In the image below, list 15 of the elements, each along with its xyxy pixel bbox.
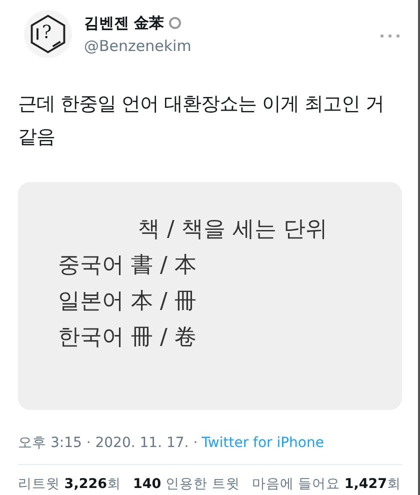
stat-count[interactable]: 마음에 들어요 1,427회: [252, 475, 402, 493]
tweet-image[interactable]: 책 / 책을 세는 단위 중국어 書 / 本 일본어 本 / 冊 한국어 冊 / 卷: [18, 182, 402, 410]
stat-count[interactable]: 140 인용한 트윗: [133, 475, 240, 493]
tweet-text: 근데 한중일 언어 대환장쇼는 이게 최고인 거 같음: [18, 92, 386, 150]
image-text: 일본어 本 / 冊: [58, 288, 196, 316]
image-text: 한국어 冊 / 卷: [58, 324, 196, 352]
avatar[interactable]: ?: [24, 10, 72, 58]
tweet-timestamp: 오후 3:15 · 2020. 11. 17. ·: [18, 435, 198, 451]
stat-count[interactable]: 리트윗 3,226회: [18, 475, 121, 493]
author-name: 김벤젠 金苯: [84, 14, 164, 32]
image-text: 책 / 책을 세는 단위: [138, 216, 328, 244]
more-icon[interactable]: [380, 34, 400, 38]
avatar-mark: ?: [42, 22, 52, 44]
author-handle: @Benzenekim: [84, 36, 192, 54]
image-text: 중국어 書 / 本: [58, 252, 196, 280]
